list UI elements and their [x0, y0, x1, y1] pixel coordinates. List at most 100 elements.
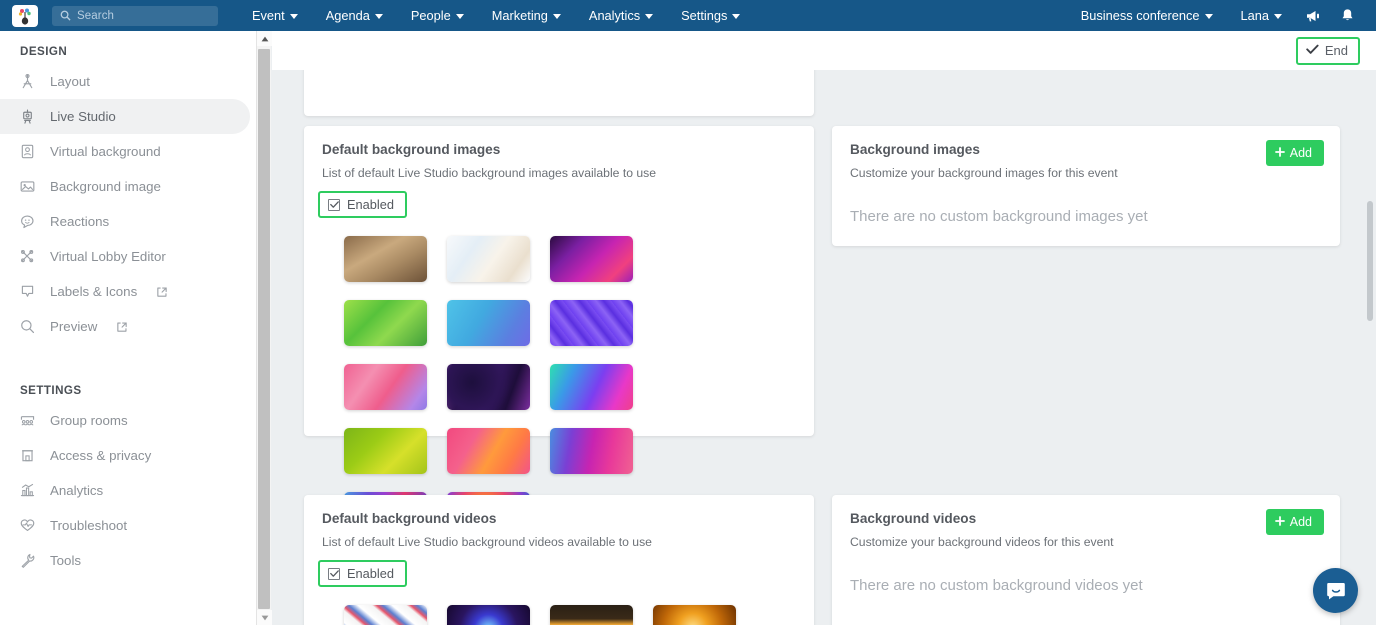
thumb-violet-diagonal-stripes[interactable] — [550, 300, 633, 346]
image-icon — [18, 178, 36, 196]
external-link-icon — [116, 321, 128, 333]
sidebar-item-layout[interactable]: Layout — [0, 64, 250, 99]
plus-icon — [1274, 146, 1285, 160]
enabled-label: Enabled — [347, 566, 394, 581]
chevron-down-icon — [645, 14, 654, 19]
user-menu-label: Lana — [1240, 8, 1269, 23]
sidebar-item-troubleshoot[interactable]: Troubleshoot — [0, 508, 250, 543]
sidebar-item-background-image[interactable]: Background image — [0, 169, 250, 204]
checkbox-checked-icon — [328, 198, 340, 211]
megaphone-icon[interactable] — [1296, 0, 1330, 31]
default-images-enabled-toggle[interactable]: Enabled — [318, 191, 407, 218]
thumb-dark-navy-blobs[interactable] — [447, 364, 530, 410]
sidebar-item-label: Virtual Lobby Editor — [50, 249, 166, 264]
thumb-blue-magenta-diagonal[interactable] — [550, 428, 633, 474]
card-subtitle: Customize your background images for thi… — [850, 166, 1118, 180]
sidebar-item-labels-and-icons[interactable]: Labels & Icons — [0, 274, 250, 309]
group-rooms-icon — [18, 412, 36, 430]
main-nav-menu: Event Agenda People Marketing Analytics … — [238, 0, 754, 31]
nav-people[interactable]: People — [397, 0, 478, 31]
card-title: Background images — [850, 142, 980, 157]
plus-icon — [1274, 515, 1285, 529]
nav-agenda-label: Agenda — [325, 8, 370, 23]
access-privacy-icon — [18, 447, 36, 465]
thumb-blue-cyan-gradient[interactable] — [447, 300, 530, 346]
event-selector[interactable]: Business conference — [1067, 0, 1227, 31]
thumb-purple-magenta-waves[interactable] — [550, 236, 633, 282]
sidebar-item-group-rooms[interactable]: Group rooms — [0, 403, 250, 438]
nav-event-label: Event — [252, 8, 285, 23]
video-thumb-stage-lights[interactable] — [550, 605, 633, 625]
custom-background-videos-card: Background videos Customize your backgro… — [832, 495, 1340, 625]
external-link-icon — [156, 286, 168, 298]
app-logo[interactable] — [12, 4, 38, 27]
add-background-image-button[interactable]: Add — [1265, 140, 1324, 166]
sidebar-item-label: Preview — [50, 319, 98, 334]
sidebar-item-virtual-background[interactable]: Virtual background — [0, 134, 250, 169]
nav-event[interactable]: Event — [238, 0, 312, 31]
search-input[interactable]: Search — [52, 5, 218, 26]
chevron-down-icon — [455, 14, 464, 19]
scroll-up-arrow-icon[interactable] — [257, 31, 272, 46]
sidebar-item-label: Troubleshoot — [50, 518, 128, 533]
thumb-white-clouds[interactable] — [447, 236, 530, 282]
nav-people-label: People — [410, 8, 451, 23]
video-thumb-golden-swirl[interactable] — [653, 605, 736, 625]
thumb-teal-purple-swirl[interactable] — [550, 364, 633, 410]
sidebar-item-virtual-lobby-editor[interactable]: Virtual Lobby Editor — [0, 239, 250, 274]
search-icon — [18, 318, 36, 336]
nav-settings[interactable]: Settings — [667, 0, 754, 31]
nav-analytics[interactable]: Analytics — [575, 0, 667, 31]
video-thumb-blue-starburst[interactable] — [447, 605, 530, 625]
left-sidebar: DESIGN Layout Live Studio Virtual backgr… — [0, 31, 256, 625]
sidebar-section-design-title: DESIGN — [20, 45, 68, 58]
thumb-pink-coral[interactable] — [344, 364, 427, 410]
top-navbar: Search Event Agenda People Marketing Ana… — [0, 0, 1376, 31]
thumb-green-lime-waves[interactable] — [344, 300, 427, 346]
sidebar-item-analytics[interactable]: Analytics — [0, 473, 250, 508]
sidebar-scrollbar-thumb[interactable] — [258, 49, 270, 609]
sidebar-section-settings-title: SETTINGS — [20, 384, 82, 397]
sidebar-item-label: Background image — [50, 179, 161, 194]
empty-state-text: There are no custom background videos ye… — [850, 577, 1143, 594]
sidebar-item-label: Layout — [50, 74, 90, 89]
thumb-brown-stage[interactable] — [344, 236, 427, 282]
labels-icon — [18, 283, 36, 301]
intercom-chat-launcher[interactable] — [1313, 568, 1358, 613]
sidebar-item-live-studio[interactable]: Live Studio — [0, 99, 250, 134]
sidebar-item-tools[interactable]: Tools — [0, 543, 250, 578]
thumb-pink-orange-ribbon[interactable] — [447, 428, 530, 474]
thumb-lime-yellow[interactable] — [344, 428, 427, 474]
sidebar-item-access-privacy[interactable]: Access & privacy — [0, 438, 250, 473]
nav-marketing[interactable]: Marketing — [478, 0, 575, 31]
sidebar-item-label: Reactions — [50, 214, 110, 229]
sidebar-item-label: Analytics — [50, 483, 104, 498]
search-placeholder: Search — [77, 9, 115, 22]
add-background-video-button[interactable]: Add — [1265, 509, 1324, 535]
content-topbar: End — [272, 31, 1376, 70]
event-selector-label: Business conference — [1080, 8, 1200, 23]
bell-icon[interactable] — [1330, 0, 1364, 31]
default-videos-enabled-toggle[interactable]: Enabled — [318, 560, 407, 587]
nav-settings-label: Settings — [681, 8, 728, 23]
end-button[interactable]: End — [1295, 36, 1360, 65]
sidebar-scrollbar[interactable] — [256, 31, 272, 625]
sidebar-item-reactions[interactable]: Reactions — [0, 204, 250, 239]
sidebar-item-preview[interactable]: Preview — [0, 309, 250, 344]
user-menu[interactable]: Lana — [1227, 0, 1296, 31]
nav-agenda[interactable]: Agenda — [312, 0, 397, 31]
scroll-down-arrow-icon[interactable] — [257, 610, 272, 625]
empty-state-text: There are no custom background images ye… — [850, 208, 1148, 225]
end-button-label: End — [1324, 43, 1348, 58]
reactions-icon — [18, 213, 36, 231]
enabled-label: Enabled — [347, 197, 394, 212]
default-image-thumbnails — [304, 218, 734, 538]
card-title: Default background images — [322, 142, 501, 157]
video-thumb-red-white-pattern[interactable] — [344, 605, 427, 625]
live-studio-icon — [18, 108, 36, 126]
main-scrollbar-thumb[interactable] — [1367, 201, 1373, 321]
analytics-chart-icon — [18, 482, 36, 500]
chevron-down-icon — [289, 14, 298, 19]
virtual-background-icon — [18, 143, 36, 161]
chevron-down-icon — [1274, 14, 1282, 19]
